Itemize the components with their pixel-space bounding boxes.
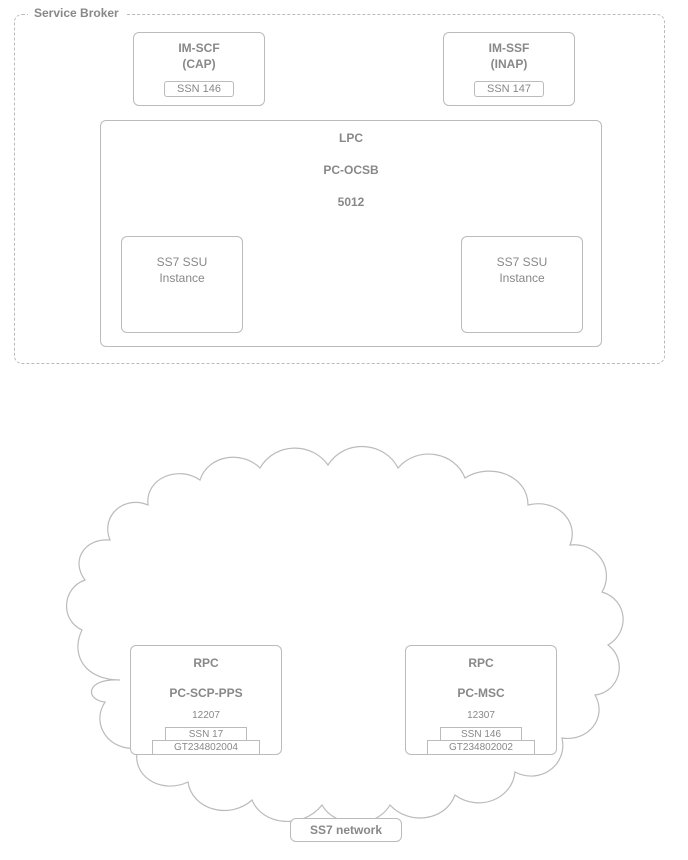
ss7-network-label-box: SS7 network <box>290 818 402 842</box>
rpc-left-ssn-text: SSN 17 <box>189 729 223 740</box>
rpc-right-code: 12307 <box>406 710 556 721</box>
rpc-left-gt-text: GT234802004 <box>174 742 238 753</box>
im-ssf-line2: (INAP) <box>444 57 574 73</box>
ssu-left-box: SS7 SSU Instance <box>121 236 243 333</box>
lpc-box: LPC PC-OCSB 5012 SS7 SSU Instance SS7 SS… <box>100 120 602 347</box>
service-broker-title: Service Broker <box>28 6 125 20</box>
im-ssf-line1: IM-SSF <box>444 41 574 57</box>
ss7-cloud-icon <box>30 420 655 845</box>
rpc-right-name: PC-MSC <box>406 686 556 700</box>
ssu-left-line1: SS7 SSU <box>122 255 242 271</box>
ss7-network-label: SS7 network <box>310 823 382 837</box>
im-scf-ssn: SSN 146 <box>164 81 234 97</box>
im-scf-box: IM-SCF (CAP) SSN 146 <box>133 32 265 106</box>
rpc-left-code: 12207 <box>131 710 281 721</box>
lpc-code: 5012 <box>101 195 601 209</box>
im-ssf-ssn: SSN 147 <box>474 81 544 97</box>
im-ssf-box: IM-SSF (INAP) SSN 147 <box>443 32 575 106</box>
rpc-left-gt: GT234802004 <box>152 740 260 755</box>
rpc-right-gt: GT234802002 <box>427 740 535 755</box>
im-scf-line1: IM-SCF <box>134 41 264 57</box>
rpc-left-title: RPC <box>131 656 281 670</box>
lpc-title: LPC <box>101 131 601 145</box>
ssu-right-line2: Instance <box>462 271 582 287</box>
rpc-right-title: RPC <box>406 656 556 670</box>
ssu-left-line2: Instance <box>122 271 242 287</box>
rpc-left-name: PC-SCP-PPS <box>131 686 281 700</box>
rpc-right-ssn-text: SSN 146 <box>461 729 501 740</box>
ssu-right-box: SS7 SSU Instance <box>461 236 583 333</box>
rpc-right-gt-text: GT234802002 <box>449 742 513 753</box>
ssu-right-line1: SS7 SSU <box>462 255 582 271</box>
service-broker-title-text: Service Broker <box>34 6 119 20</box>
lpc-name: PC-OCSB <box>101 163 601 177</box>
im-scf-line2: (CAP) <box>134 57 264 73</box>
